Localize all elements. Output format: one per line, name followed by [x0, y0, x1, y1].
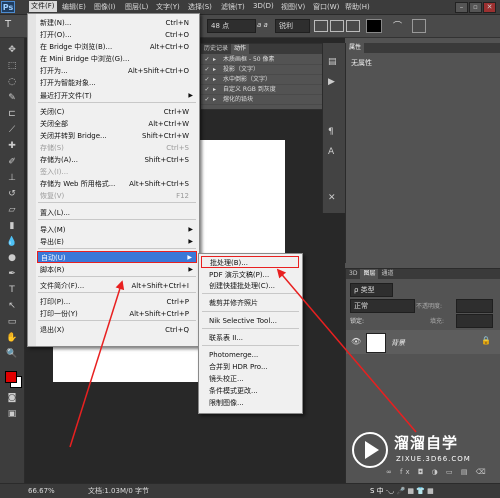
watermark: 溜溜自学 ZIXUE.3D66.COM: [352, 428, 492, 472]
watermark-url: ZIXUE.3D66.COM: [396, 455, 471, 463]
foreground-color-swatch[interactable]: [5, 371, 17, 383]
watermark-title: 溜溜自学: [394, 434, 459, 452]
watermark-logo-icon: [352, 432, 388, 468]
arrow-to-batch: [276, 268, 417, 433]
arrow-to-auto: [69, 280, 125, 448]
annotation-arrows: [69, 268, 417, 448]
